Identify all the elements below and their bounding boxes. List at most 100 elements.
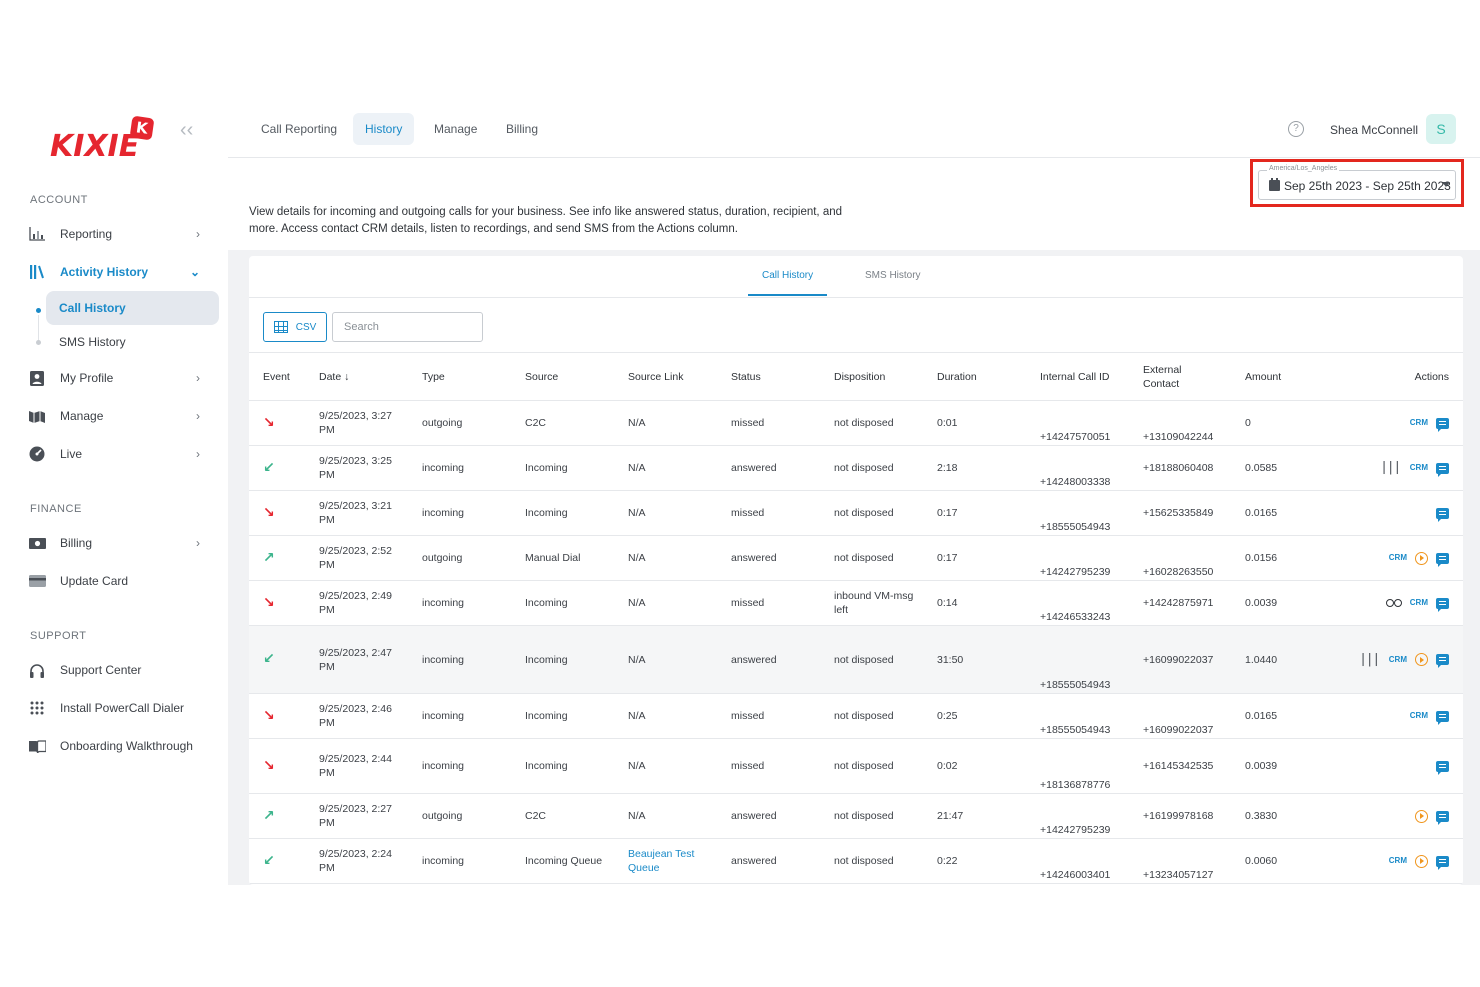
logo-badge-icon: K [129, 115, 155, 141]
amount-cell: 0 [1231, 400, 1331, 446]
crm-button[interactable]: CRM [1389, 854, 1407, 868]
header-status[interactable]: Status [717, 352, 820, 401]
sidebar-item-install-dialer[interactable]: Install PowerCall Dialer [28, 697, 208, 719]
header-source-link[interactable]: Source Link [614, 352, 717, 401]
help-icon[interactable]: ? [1288, 121, 1304, 137]
date-range-picker[interactable]: America/Los_Angeles Sep 25th 2023 - Sep … [1258, 165, 1456, 200]
amount-cell: 0.0165 [1231, 693, 1331, 739]
play-recording-icon[interactable] [1415, 854, 1428, 868]
sidebar-item-label: Manage [60, 409, 104, 423]
sidebar-item-label: My Profile [60, 371, 114, 385]
header-disposition[interactable]: Disposition [820, 352, 923, 401]
table-row[interactable]: ↘ 9/25/2023, 3:21 PM incoming Incoming N/A mi… [249, 490, 1463, 536]
sidebar-item-manage[interactable]: Manage › [28, 405, 208, 427]
send-sms-icon[interactable] [1436, 654, 1449, 668]
audio-wave-icon[interactable]: ❘|❘ [1358, 652, 1382, 667]
sidebar-item-live[interactable]: Live › [28, 443, 208, 465]
headphones-icon [28, 662, 46, 678]
play-recording-icon[interactable] [1415, 653, 1428, 666]
sidebar-item-my-profile[interactable]: My Profile › [28, 367, 208, 389]
profile-card-icon [28, 370, 46, 386]
sidebar-item-label: Reporting [60, 227, 113, 241]
tab-history[interactable]: History [353, 113, 415, 145]
send-sms-icon[interactable] [1436, 855, 1449, 870]
send-sms-icon[interactable] [1436, 710, 1449, 725]
sidebar-item-onboarding[interactable]: Onboarding Walkthrough [28, 735, 208, 757]
source-link-cell[interactable]: Beaujean Test Queue [614, 838, 717, 884]
header-internal-call-id[interactable]: Internal Call ID [1026, 352, 1129, 401]
status-cell: missed [717, 738, 820, 794]
sidebar-subitem-call-history[interactable]: Call History [46, 291, 219, 325]
disposition-cell: not disposed [820, 693, 923, 739]
status-cell: answered [717, 535, 820, 581]
tab-call-reporting[interactable]: Call Reporting [249, 113, 349, 145]
send-sms-icon[interactable] [1436, 597, 1449, 612]
duration-cell: 21:47 [923, 793, 1026, 839]
status-cell: answered [717, 625, 820, 694]
table-row[interactable]: ↙ 9/25/2023, 3:25 PM incoming Incoming N/A an… [249, 445, 1463, 491]
disposition-cell: not disposed [820, 535, 923, 581]
crm-button[interactable]: CRM [1410, 461, 1428, 475]
sidebar-item-support-center[interactable]: Support Center [28, 659, 208, 681]
amount-cell: 0.0039 [1231, 738, 1331, 794]
table-row[interactable]: ↗ 9/25/2023, 2:52 PM outgoing Manual Dial N/… [249, 535, 1463, 581]
main-content: Call Reporting History Manage Billing ? … [228, 103, 1480, 885]
open-book-icon [28, 738, 46, 754]
play-recording-icon[interactable] [1415, 551, 1428, 565]
table-row[interactable]: ↙ 9/25/2023, 2:47 PM incoming Incoming N/A an… [249, 625, 1463, 694]
search-input[interactable] [332, 312, 483, 342]
event-cell: ↙ [249, 445, 305, 491]
section-label-finance: FINANCE [30, 503, 82, 515]
send-sms-icon[interactable] [1436, 417, 1449, 432]
header-duration[interactable]: Duration [923, 352, 1026, 401]
play-recording-icon[interactable] [1415, 809, 1428, 823]
sidebar-item-billing[interactable]: Billing › [28, 532, 208, 554]
internal-call-id-cell: +18136878776 [1026, 738, 1129, 794]
table-row[interactable]: ↙ 9/25/2023, 2:24 PM incoming Incoming Queu… [249, 838, 1463, 884]
audio-wave-icon[interactable]: ❘|❘ [1379, 461, 1403, 475]
source-cell: Incoming [511, 738, 614, 794]
crm-button[interactable]: CRM [1410, 709, 1428, 723]
send-sms-icon[interactable] [1436, 810, 1449, 825]
external-contact-cell: +16199978168 [1129, 793, 1231, 839]
table-row[interactable]: ↘ 9/25/2023, 2:44 PM incoming Incoming N/A mi… [249, 738, 1463, 794]
avatar[interactable]: S [1426, 114, 1456, 144]
tab-billing[interactable]: Billing [494, 113, 550, 145]
table-row[interactable]: ↗ 9/25/2023, 2:27 PM outgoing C2C N/A answere… [249, 793, 1463, 839]
user-name[interactable]: Shea McConnell [1330, 123, 1418, 137]
crm-button[interactable]: CRM [1389, 653, 1407, 667]
header-external-contact[interactable]: External Contact [1129, 352, 1231, 401]
crm-button[interactable]: CRM [1410, 416, 1428, 430]
header-source[interactable]: Source [511, 352, 614, 401]
type-cell: incoming [408, 838, 511, 884]
header-event[interactable]: Event [249, 352, 305, 401]
table-row[interactable]: ↘ 9/25/2023, 2:46 PM incoming Incoming N/A mi… [249, 693, 1463, 739]
sidebar-item-update-card[interactable]: Update Card [28, 570, 208, 592]
date-cell: 9/25/2023, 2:47 PM [305, 625, 408, 694]
send-sms-icon[interactable] [1436, 552, 1449, 567]
kixie-logo[interactable]: KIXIE K [50, 115, 160, 164]
amount-cell: 0.0165 [1231, 490, 1331, 536]
crm-button[interactable]: CRM [1389, 551, 1407, 565]
voicemail-icon[interactable] [1385, 599, 1402, 607]
external-contact-cell: +13109042244 [1129, 400, 1231, 446]
crm-button[interactable]: CRM [1410, 596, 1428, 610]
tab-sms-history[interactable]: SMS History [865, 270, 921, 281]
header-amount[interactable]: Amount [1231, 352, 1331, 401]
send-sms-icon[interactable] [1436, 462, 1449, 477]
date-cell: 9/25/2023, 2:27 PM [305, 793, 408, 839]
send-sms-icon[interactable] [1436, 760, 1449, 775]
tab-call-history[interactable]: Call History [762, 270, 813, 281]
table-row[interactable]: ↘ 9/25/2023, 2:49 PM incoming Incoming N/A mi… [249, 580, 1463, 626]
csv-export-button[interactable]: CSV [263, 312, 327, 342]
header-type[interactable]: Type [408, 352, 511, 401]
sidebar-item-reporting[interactable]: Reporting › [28, 223, 208, 245]
send-sms-icon[interactable] [1436, 507, 1449, 522]
collapse-sidebar-icon[interactable]: ‹‹ [180, 119, 193, 142]
history-tabs: Call History SMS History [249, 256, 1463, 298]
header-date[interactable]: Date ↓ [305, 352, 408, 401]
tab-manage[interactable]: Manage [422, 113, 489, 145]
sidebar-subitem-sms-history[interactable]: SMS History [46, 325, 219, 359]
sidebar-item-activity-history[interactable]: Activity History ⌄ [28, 261, 208, 283]
table-row[interactable]: ↘ 9/25/2023, 3:27 PM outgoing C2C N/A missed n… [249, 400, 1463, 446]
